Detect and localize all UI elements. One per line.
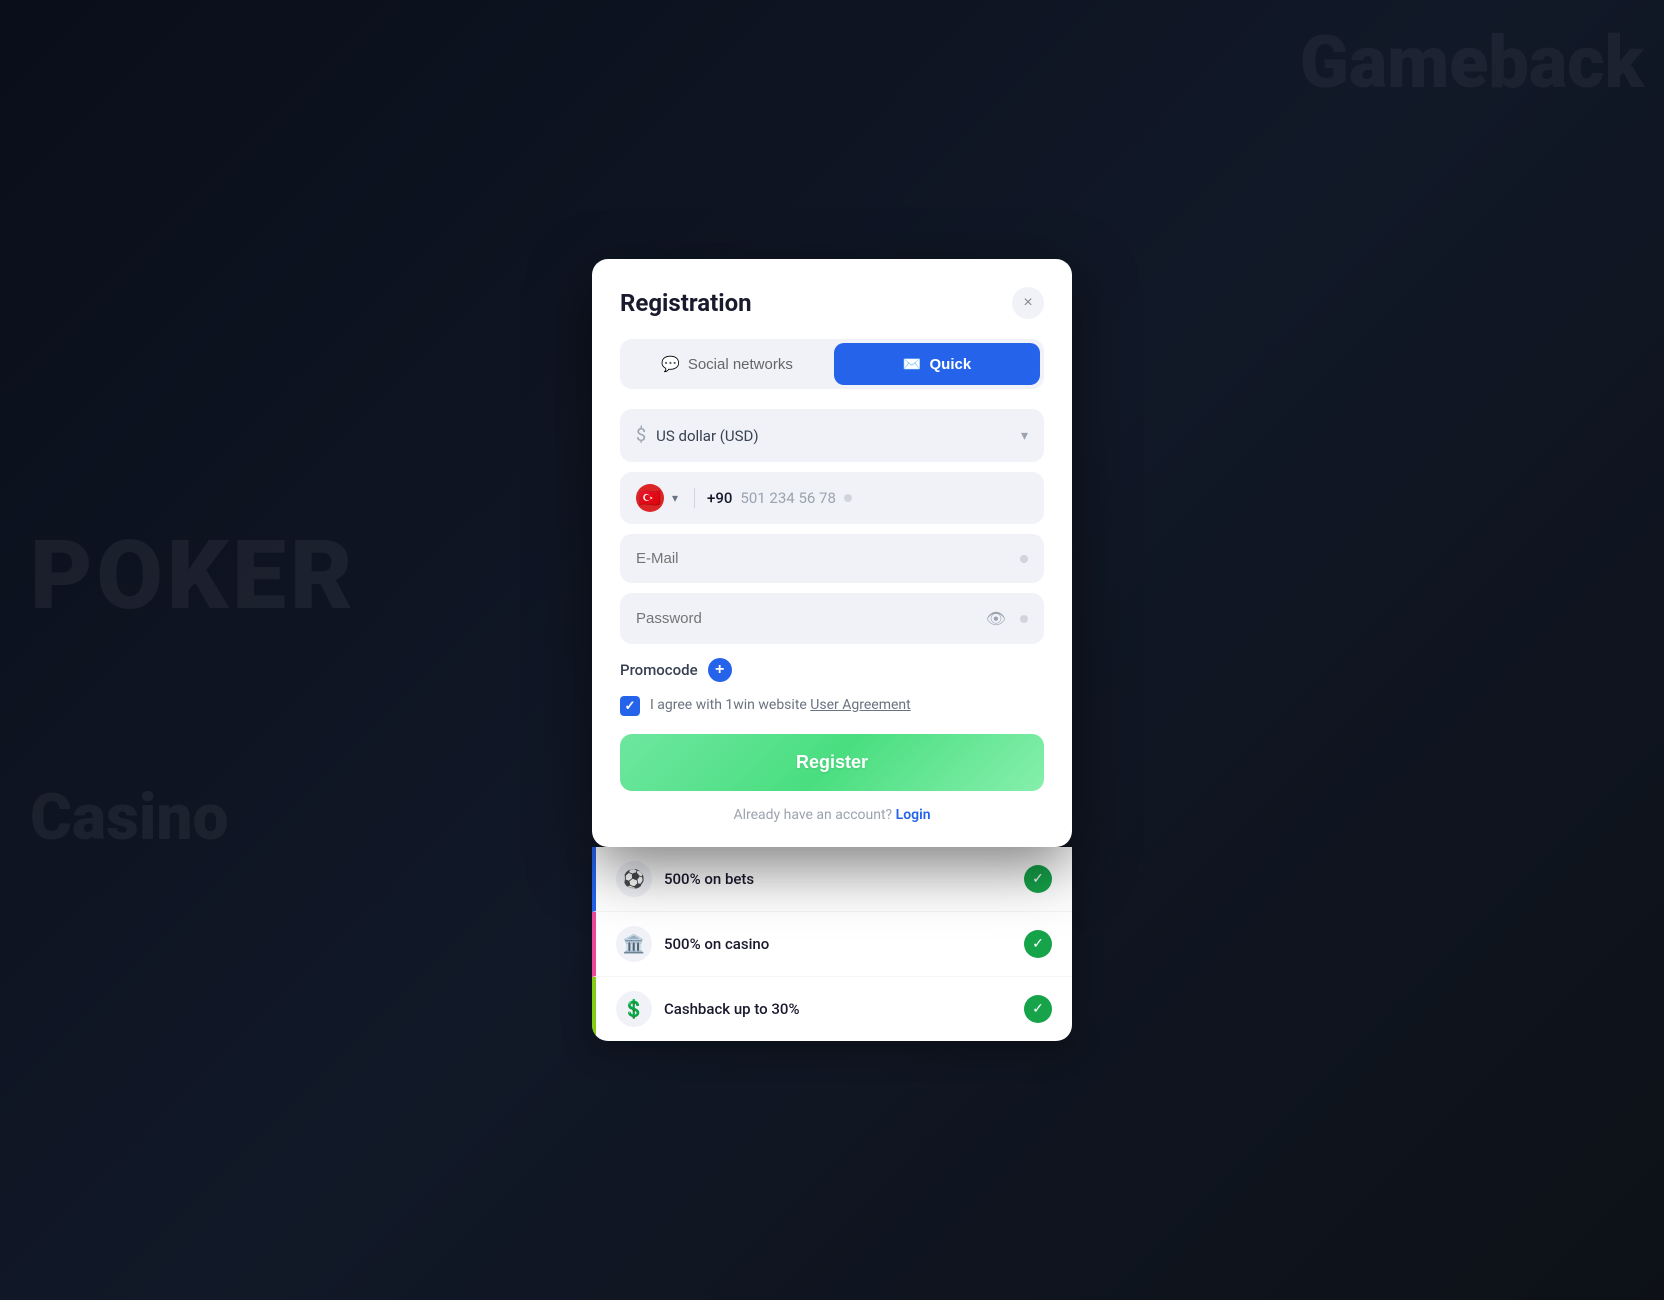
bg-top-right-text: Gameback (1300, 20, 1644, 105)
agreement-text: I agree with 1win website User Agreement (650, 696, 911, 716)
cashback-check-icon: ✓ (1024, 995, 1052, 1023)
phone-chevron-icon: ▾ (672, 491, 678, 505)
eye-icon[interactable]: 👁 (986, 609, 1006, 628)
bets-check-icon: ✓ (1024, 865, 1052, 893)
bonus-bets-text: 500% on bets (664, 870, 1024, 888)
modal-wrapper: Registration × 💬 Social networks ✉️ Quic… (592, 259, 1072, 1041)
phone-required-indicator (844, 494, 852, 502)
add-promocode-button[interactable]: + (708, 658, 732, 682)
tab-switcher: 💬 Social networks ✉️ Quick (620, 339, 1044, 389)
tab-social-label: Social networks (688, 356, 793, 373)
registration-modal: Registration × 💬 Social networks ✉️ Quic… (592, 259, 1072, 847)
bonus-casino-text: 500% on casino (664, 935, 1024, 953)
register-button[interactable]: Register (620, 734, 1044, 791)
country-flag[interactable] (636, 484, 664, 512)
phone-country-code: +90 (707, 489, 732, 507)
email-required-indicator (1020, 555, 1028, 563)
promocode-label: Promocode (620, 661, 698, 679)
chevron-down-icon: ▾ (1021, 428, 1028, 444)
tab-social-networks[interactable]: 💬 Social networks (624, 343, 830, 385)
close-button[interactable]: × (1012, 287, 1044, 319)
soccer-ball-icon: ⚽ (616, 861, 652, 897)
agreement-checkbox[interactable]: ✓ (620, 696, 640, 716)
tab-quick[interactable]: ✉️ Quick (834, 343, 1040, 385)
login-row: Already have an account? Login (620, 807, 1044, 823)
agreement-row: ✓ I agree with 1win website User Agreeme… (620, 696, 1044, 716)
phone-divider (694, 488, 695, 508)
promocode-row: Promocode + (620, 658, 1044, 682)
bonus-card: ⚽ 500% on bets ✓ 🏛️ 500% on casino ✓ 💲 C… (592, 847, 1072, 1041)
password-field-container[interactable]: 👁 (620, 593, 1044, 644)
bonus-item-casino: 🏛️ 500% on casino ✓ (592, 912, 1072, 977)
casino-check-icon: ✓ (1024, 930, 1052, 958)
bg-poker-text: POKER (30, 520, 357, 632)
casino-icon: 🏛️ (616, 926, 652, 962)
bg-casino-text: Casino (30, 780, 229, 855)
checkmark-icon: ✓ (625, 699, 636, 714)
email-icon: ✉️ (903, 355, 922, 373)
phone-number-placeholder: 501 234 56 78 (740, 489, 835, 507)
social-icon: 💬 (661, 355, 680, 373)
already-have-account-text: Already have an account? (733, 807, 892, 823)
email-field-container[interactable] (620, 534, 1044, 583)
currency-dropdown[interactable]: $ US dollar (USD) ▾ (620, 409, 1044, 462)
dollar-icon: $ (636, 425, 646, 446)
password-input[interactable] (636, 610, 976, 627)
user-agreement-link[interactable]: User Agreement (810, 697, 910, 713)
password-required-indicator (1020, 615, 1028, 623)
currency-value: US dollar (USD) (656, 427, 1011, 445)
modal-header: Registration × (620, 287, 1044, 319)
cashback-icon: 💲 (616, 991, 652, 1027)
bonus-item-bets: ⚽ 500% on bets ✓ (592, 847, 1072, 912)
bonus-cashback-text: Cashback up to 30% (664, 1000, 1024, 1018)
email-input[interactable] (636, 550, 1010, 567)
login-link[interactable]: Login (896, 807, 931, 823)
tab-quick-label: Quick (930, 356, 972, 373)
phone-field[interactable]: ▾ +90 501 234 56 78 (620, 472, 1044, 524)
modal-title: Registration (620, 289, 752, 317)
bonus-item-cashback: 💲 Cashback up to 30% ✓ (592, 977, 1072, 1041)
